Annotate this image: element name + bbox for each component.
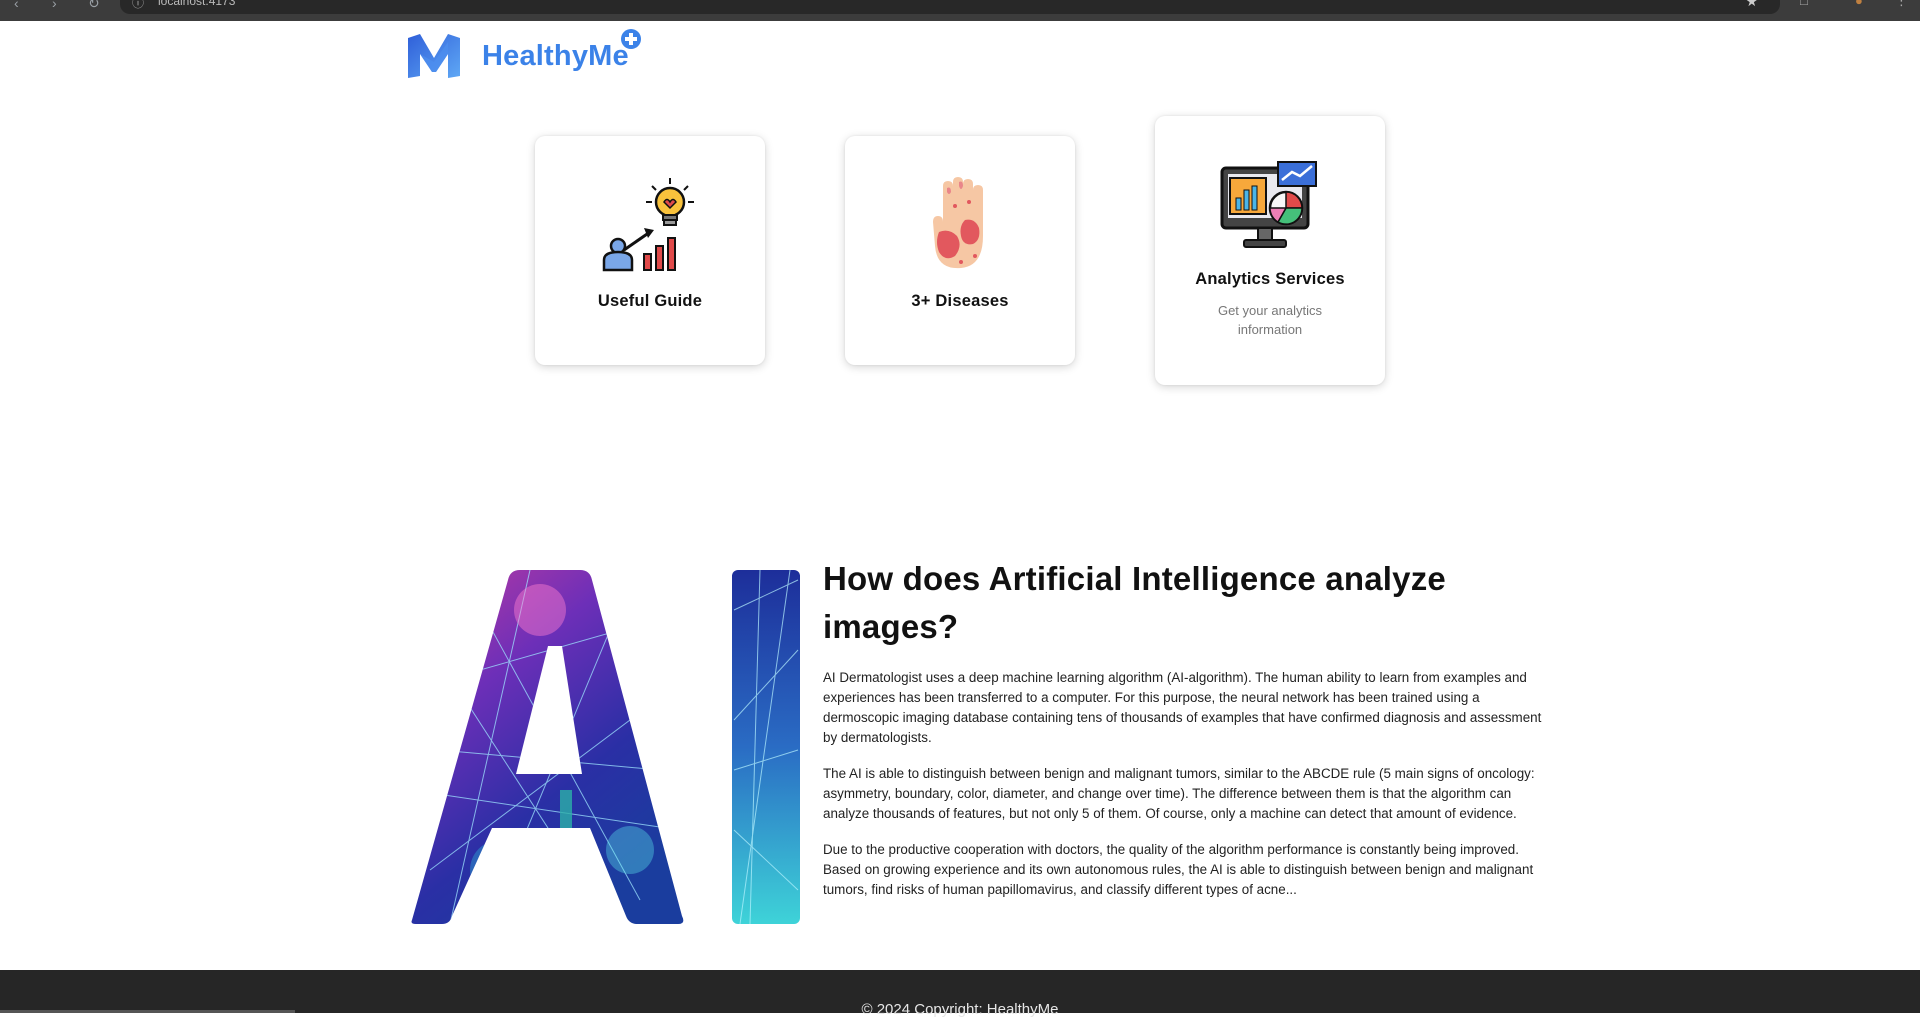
plus-badge-icon: [621, 29, 641, 49]
card-subtitle: Get your analytics information: [1217, 303, 1323, 337]
site-info-icon[interactable]: ⓘ: [132, 0, 144, 11]
guide-lightbulb-icon: [602, 178, 694, 272]
diseases-card[interactable]: 3+ Diseases: [845, 136, 1075, 365]
ai-section-heading: How does Artificial Intelligence analyze…: [823, 560, 1446, 645]
ai-paragraph: Due to the productive cooperation with d…: [823, 842, 1534, 897]
useful-guide-card[interactable]: Useful Guide: [535, 136, 765, 365]
analytics-services-card[interactable]: Analytics Services Get your analytics in…: [1155, 116, 1385, 385]
ai-section-body: AI Dermatologist uses a deep machine lea…: [823, 668, 1543, 916]
logo-m-icon: [408, 34, 460, 78]
ai-paragraph: The AI is able to distinguish between be…: [823, 766, 1535, 821]
skin-hand-icon: [933, 177, 983, 269]
bookmark-star-icon[interactable]: ★: [1745, 0, 1758, 10]
menu-kebab-icon[interactable]: ⋮: [1895, 0, 1908, 9]
card-title: Useful Guide: [597, 292, 703, 310]
ai-paragraph: AI Dermatologist uses a deep machine lea…: [823, 670, 1542, 745]
card-title: Analytics Services: [1195, 270, 1345, 288]
forward-icon[interactable]: ›: [52, 0, 57, 10]
address-bar[interactable]: ⓘ localhost:4173 ★: [120, 0, 1780, 14]
back-icon[interactable]: ‹: [14, 0, 19, 10]
page-footer: © 2024 Copyright: HealthyMe: [0, 970, 1920, 1018]
address-text: localhost:4173: [158, 0, 236, 8]
extension-icon[interactable]: □: [1800, 0, 1808, 8]
browser-toolbar: ‹ › ↻ ⓘ localhost:4173 ★ □ ● ⋮: [0, 0, 1920, 21]
brand-logo[interactable]: HealthyMe: [406, 29, 641, 80]
ai-letters-image: [411, 570, 800, 924]
profile-icon[interactable]: ●: [1855, 0, 1863, 8]
analytics-monitor-icon: [1220, 161, 1317, 248]
brand-name: HealthyMe: [482, 39, 629, 72]
reload-icon[interactable]: ↻: [88, 0, 100, 10]
card-title: 3+ Diseases: [911, 292, 1009, 310]
